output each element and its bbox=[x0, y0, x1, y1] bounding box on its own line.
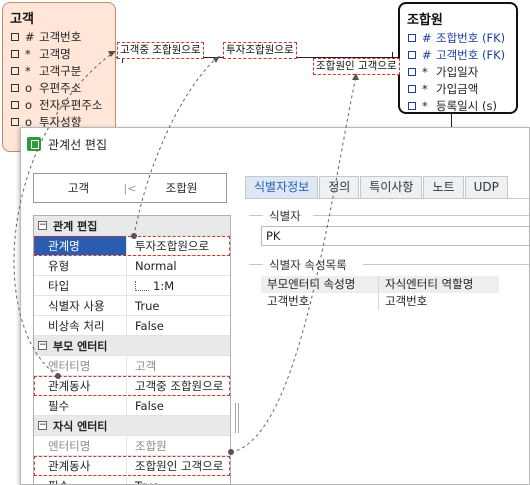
table-header-row: 부모엔터티 속성명 자식엔터티 역할명 bbox=[261, 276, 499, 293]
property-row-child-entity: 엔터티명 조합원 bbox=[34, 436, 230, 456]
entity-title: 조합원 bbox=[407, 13, 443, 28]
group-divider bbox=[313, 215, 530, 216]
attribute-row[interactable]: # 조합번호 (FK) bbox=[408, 30, 505, 47]
attribute-row[interactable]: * 가입금액 bbox=[408, 81, 505, 98]
diagram-parent-entity: 고객 bbox=[67, 181, 90, 195]
property-row-relation-name[interactable]: 관계명 투자조합원으로 bbox=[34, 236, 230, 256]
property-row-parent-required[interactable]: 필수 False bbox=[34, 396, 230, 416]
checkbox-icon bbox=[11, 33, 19, 41]
identifier-group-label: 식별자 bbox=[269, 209, 301, 223]
attribute-row[interactable]: * 고객명 bbox=[11, 46, 102, 63]
child-verb-field[interactable]: 조합원인 고객으로 bbox=[126, 456, 230, 475]
property-row-use-identifier[interactable]: 식별자 사용 True bbox=[34, 296, 230, 316]
property-row-kind[interactable]: 타입 1:M bbox=[34, 276, 230, 296]
checkbox-icon bbox=[408, 102, 416, 110]
parent-verb-label[interactable]: 고객중 조합원으로 bbox=[117, 42, 204, 59]
relation-name-field[interactable]: 투자조합원으로 bbox=[126, 236, 230, 255]
relationship-name-label[interactable]: 투자조합원으로 bbox=[223, 42, 297, 59]
attribute-row[interactable]: * 고객구분 bbox=[11, 63, 102, 80]
relationship-edit-dialog[interactable]: 관계선 편집 고객 |< 조합원 − 관계 편집 관계명 투자조합원으로 유형 … bbox=[20, 127, 530, 485]
diagram-child-entity: 조합원 bbox=[165, 181, 198, 195]
tab-special-notes[interactable]: 특이사항 bbox=[360, 176, 423, 198]
checkbox-icon bbox=[11, 50, 19, 58]
collapse-icon[interactable]: − bbox=[38, 221, 47, 230]
property-grid[interactable]: − 관계 편집 관계명 투자조합원으로 유형 Normal 타입 1:M 식별자… bbox=[33, 215, 231, 485]
section-parent-entity[interactable]: − 부모 엔터티 bbox=[34, 336, 230, 356]
property-row-parent-entity: 엔터티명 고객 bbox=[34, 356, 230, 376]
identifier-attrs-group-label: 식별자 속성목록 bbox=[269, 258, 347, 272]
group-divider bbox=[249, 264, 263, 265]
dialog-title: 관계선 편집 bbox=[48, 137, 108, 152]
checkbox-icon bbox=[11, 101, 19, 109]
detail-tabs: 식별자정보 정의 특이사항 노트 UDP bbox=[245, 176, 509, 198]
checkbox-icon bbox=[408, 85, 416, 93]
attribute-list: # 고객번호 * 고객명 * 고객구분 o 우편주소 o 전자우편주소 o 투자성향 bbox=[11, 29, 102, 131]
checkbox-icon bbox=[11, 67, 19, 75]
attribute-list: # 조합번호 (FK) # 고객번호 (FK) * 가입일자 * 가입금액 * 등록일시 … bbox=[408, 30, 505, 115]
tab-udp[interactable]: UDP bbox=[464, 176, 508, 198]
attribute-row[interactable]: o 우편주소 bbox=[11, 80, 102, 97]
parent-verb-field[interactable]: 고객중 조합원으로 bbox=[126, 376, 230, 395]
attribute-row[interactable]: * 등록일시 (s) bbox=[408, 98, 505, 115]
identifier-attribute-table[interactable]: 부모엔터티 속성명 자식엔터티 역할명 고객번호 고객번호 bbox=[261, 276, 499, 310]
panel-splitter-handle[interactable] bbox=[235, 403, 241, 433]
attribute-row[interactable]: * 가입일자 bbox=[408, 64, 505, 81]
property-row-child-verb[interactable]: 관계동사 조합원인 고객으로 bbox=[34, 456, 230, 476]
checkbox-icon bbox=[11, 118, 19, 126]
collapse-icon[interactable]: − bbox=[38, 421, 47, 430]
property-row-non-inherit[interactable]: 비상속 처리 False bbox=[34, 316, 230, 336]
diagram-connector: |< bbox=[123, 181, 137, 195]
dialog-titlebar[interactable]: 관계선 편집 bbox=[21, 128, 529, 160]
tab-identifier-info[interactable]: 식별자정보 bbox=[245, 176, 319, 198]
relationship-type-icon bbox=[135, 280, 149, 291]
union-entity-stub-line bbox=[451, 114, 452, 128]
section-child-entity[interactable]: − 자식 엔터티 bbox=[34, 416, 230, 436]
table-row[interactable]: 고객번호 고객번호 bbox=[261, 293, 499, 310]
property-row-child-required[interactable]: 필수 True bbox=[34, 476, 230, 484]
section-relation-edit[interactable]: − 관계 편집 bbox=[34, 216, 230, 236]
child-verb-label[interactable]: 조합원인 고객으로 bbox=[313, 58, 400, 75]
checkbox-icon bbox=[408, 68, 416, 76]
checkbox-icon bbox=[408, 34, 416, 42]
identifier-field[interactable]: PK bbox=[261, 226, 530, 246]
checkbox-icon bbox=[11, 84, 19, 92]
tab-note[interactable]: 노트 bbox=[423, 176, 464, 198]
collapse-icon[interactable]: − bbox=[38, 341, 47, 350]
tab-divider bbox=[245, 198, 530, 199]
attribute-row[interactable]: # 고객번호 bbox=[11, 29, 102, 46]
group-divider bbox=[363, 264, 530, 265]
group-divider bbox=[249, 215, 263, 216]
property-row-type[interactable]: 유형 Normal bbox=[34, 256, 230, 276]
relationship-diagram-preview: 고객 |< 조합원 bbox=[33, 173, 227, 203]
lock-icon bbox=[27, 137, 41, 151]
tab-definition[interactable]: 정의 bbox=[319, 176, 360, 198]
entity-title: 고객 bbox=[10, 12, 34, 27]
attribute-row[interactable]: o 전자우편주소 bbox=[11, 97, 102, 114]
property-row-parent-verb[interactable]: 관계동사 고객중 조합원으로 bbox=[34, 376, 230, 396]
entity-union-member[interactable]: 조합원 # 조합번호 (FK) # 고객번호 (FK) * 가입일자 * 가입금액 * 등… bbox=[398, 2, 518, 114]
checkbox-icon bbox=[408, 51, 416, 59]
attribute-row[interactable]: # 고객번호 (FK) bbox=[408, 47, 505, 64]
